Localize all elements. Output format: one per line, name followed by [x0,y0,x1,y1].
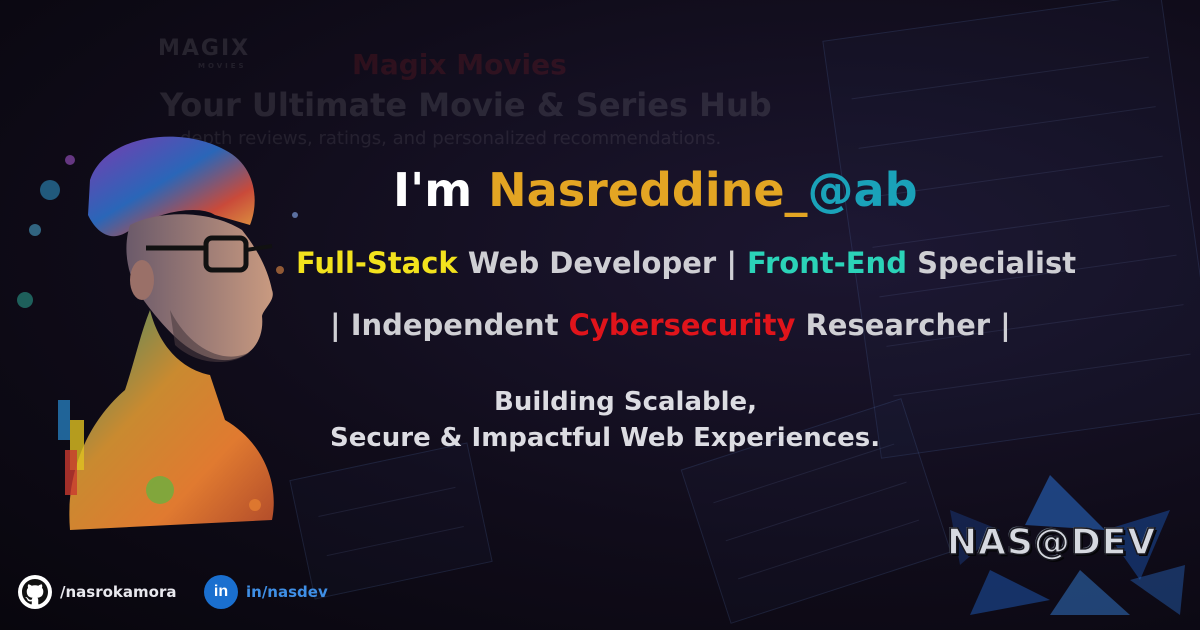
role-web-developer: Web Developer [457,246,727,280]
role-divider: | [726,246,748,280]
headline: I'm Nasreddine_@ab [393,162,993,218]
bg-hub-title: Your Ultimate Movie & Series Hub [160,86,772,124]
github-handle: /nasrokamora [60,583,177,601]
role-researcher: Researcher | [795,308,1011,342]
role-fullstack: Full-Stack [296,246,458,280]
github-icon [18,575,52,609]
developer-portrait-illustration [17,136,298,530]
bg-site-title: Magix Movies [352,48,567,81]
tagline: Building Scalable, Secure & Impactful We… [330,384,1030,456]
profile-banner: MAGIX MOVIES Magix Movies Your Ultimate … [0,0,1200,630]
role-independent: | Independent [330,308,569,342]
bg-brand-sub: MOVIES [198,62,247,70]
headline-suffix: @ab [807,163,918,217]
tagline-line-2: Secure & Impactful Web Experiences. [330,423,881,453]
roles-line-2: | Independent Cybersecurity Researcher | [330,306,1130,344]
linkedin-icon: in [204,575,238,609]
bg-brand-logo: MAGIX [158,36,251,61]
headline-name: Nasreddine_ [488,163,808,217]
github-link[interactable]: /nasrokamora [18,574,176,610]
role-specialist: Specialist [906,246,1077,280]
nasdev-logo: NAS@DEV [946,521,1157,564]
linkedin-link[interactable]: in in/nasdev [204,574,328,610]
headline-prefix: I'm [393,163,473,217]
linkedin-handle: in/nasdev [246,583,328,601]
tagline-line-1: Building Scalable, [494,387,758,417]
role-frontend: Front-End [747,246,907,280]
role-cybersecurity: Cybersecurity [568,308,796,342]
roles-line-1: Full-Stack Web Developer | Front-End Spe… [296,244,1176,282]
